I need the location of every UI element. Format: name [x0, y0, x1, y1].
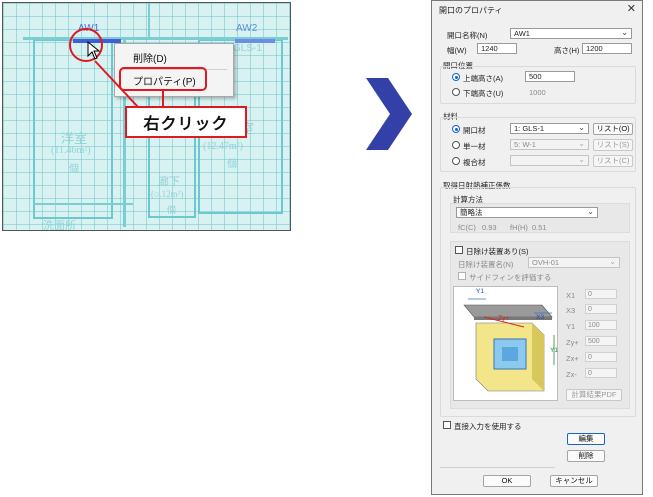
direct-input-label: 直接入力を使用する — [454, 422, 522, 431]
fh-value: 0.51 — [532, 223, 547, 232]
chevron-down-icon: ⌄ — [578, 123, 585, 132]
param-x1-label: X1 — [566, 291, 576, 300]
fh-label: fH(H) — [510, 223, 528, 232]
shade-name-label: 日除け装置名(N) — [458, 260, 514, 269]
height-label: 高さ(H) — [554, 46, 580, 55]
top-height-label: 上端高さ(A) — [463, 74, 503, 83]
composite-material-combo[interactable]: ⌄ — [510, 155, 589, 166]
single-material-radio[interactable] — [452, 141, 460, 149]
calc-method-combo[interactable]: 簡略法 ⌄ — [456, 207, 598, 218]
fig-label-zy: Zy+ — [498, 315, 510, 322]
bottom-height-label: 下端高さ(U) — [463, 89, 504, 98]
fig-label-y1b: Y1 — [550, 347, 558, 354]
param-zyp-label: Zy+ — [566, 338, 579, 347]
right-click-callout: 右クリック — [125, 106, 247, 138]
chevron-down-icon: ⌄ — [578, 139, 585, 148]
opening-material-value: 1: GLS-1 — [514, 124, 545, 133]
param-zxm-value[interactable]: 0 — [585, 368, 617, 378]
shade-label: 日除け装置あり(S) — [466, 247, 529, 256]
right-arrow-icon — [366, 78, 412, 150]
mouse-cursor-icon — [87, 41, 101, 60]
width-label: 幅(W) — [447, 46, 467, 55]
fig-label-y1: Y1 — [476, 288, 484, 295]
param-zyp-value[interactable]: 500 — [585, 336, 617, 346]
fc-value: 0.93 — [482, 223, 497, 232]
param-y1-value[interactable]: 100 — [585, 320, 617, 330]
sidefin-checkbox[interactable] — [458, 272, 466, 280]
fc-label: fC(C) — [458, 223, 476, 232]
ok-button[interactable]: OK — [483, 475, 531, 487]
opening-properties-dialog: 開口のプロパティ ✕ 開口名称(N) AW1 ⌄ 幅(W) 1240 高さ(H)… — [431, 0, 643, 495]
name-combo[interactable]: AW1 ⌄ — [510, 28, 632, 39]
height-input[interactable]: 1200 — [582, 43, 632, 54]
composite-material-radio[interactable] — [452, 157, 460, 165]
param-zxp-value[interactable]: 0 — [585, 352, 617, 362]
fig-label-x3: X3 — [536, 314, 544, 321]
list-s-button[interactable]: リスト(S) — [593, 139, 633, 151]
bottom-height-value: 1000 — [529, 88, 546, 97]
direct-input-checkbox[interactable] — [443, 421, 451, 429]
dialog-title: 開口のプロパティ — [439, 6, 503, 15]
param-x3-label: X3 — [566, 306, 576, 315]
window-shading-figure — [463, 298, 555, 392]
single-material-combo[interactable]: 5: W-1 ⌄ — [510, 139, 589, 150]
opening-material-combo[interactable]: 1: GLS-1 ⌄ — [510, 123, 589, 134]
cad-plan-view[interactable]: AW1 AW2 GLS-1 洋室 (11.46m²) 個 洋室 (12.47m²… — [2, 2, 291, 231]
param-y1-label: Y1 — [566, 322, 576, 331]
opening-material-radio[interactable] — [452, 125, 460, 133]
top-height-input[interactable]: 500 — [525, 71, 575, 82]
bottom-height-radio[interactable] — [452, 88, 460, 96]
shade-checkbox[interactable] — [455, 246, 463, 254]
cancel-button[interactable]: キャンセル — [550, 475, 598, 487]
param-zxp-label: Zx+ — [566, 354, 579, 363]
width-input[interactable]: 1240 — [477, 43, 517, 54]
name-value: AW1 — [514, 29, 530, 38]
composite-material-label: 複合材 — [463, 158, 486, 167]
calc-method-value: 簡略法 — [460, 208, 483, 217]
shade-name-value: OVH-01 — [532, 258, 560, 267]
list-c-button[interactable]: リスト(C) — [593, 155, 633, 167]
param-x1-value[interactable]: 0 — [585, 289, 617, 299]
edit-button[interactable]: 編集 — [567, 433, 605, 445]
pdf-button[interactable]: 計算結果PDF — [566, 389, 622, 401]
delete-button[interactable]: 削除 — [567, 450, 605, 462]
divider — [440, 467, 555, 468]
list-o-button[interactable]: リスト(O) — [593, 123, 633, 135]
chevron-down-icon: ⌄ — [609, 257, 616, 266]
opening-material-label: 開口材 — [463, 126, 486, 135]
sidefin-label: サイドフィンを評価する — [469, 273, 552, 282]
top-height-radio[interactable] — [452, 73, 460, 81]
shade-name-combo[interactable]: OVH-01 ⌄ — [528, 257, 620, 268]
chevron-down-icon: ⌄ — [621, 28, 628, 37]
name-label: 開口名称(N) — [447, 31, 488, 40]
chevron-down-icon: ⌄ — [578, 155, 585, 164]
single-material-label: 単一材 — [463, 142, 486, 151]
param-zxm-label: Zx- — [566, 370, 577, 379]
shading-diagram: Y1 X3 Zy+ Y1 — [453, 286, 558, 401]
single-material-value: 5: W-1 — [514, 140, 536, 149]
param-x3-value[interactable]: 0 — [585, 304, 617, 314]
chevron-down-icon: ⌄ — [587, 207, 594, 216]
close-icon[interactable]: ✕ — [627, 2, 636, 15]
